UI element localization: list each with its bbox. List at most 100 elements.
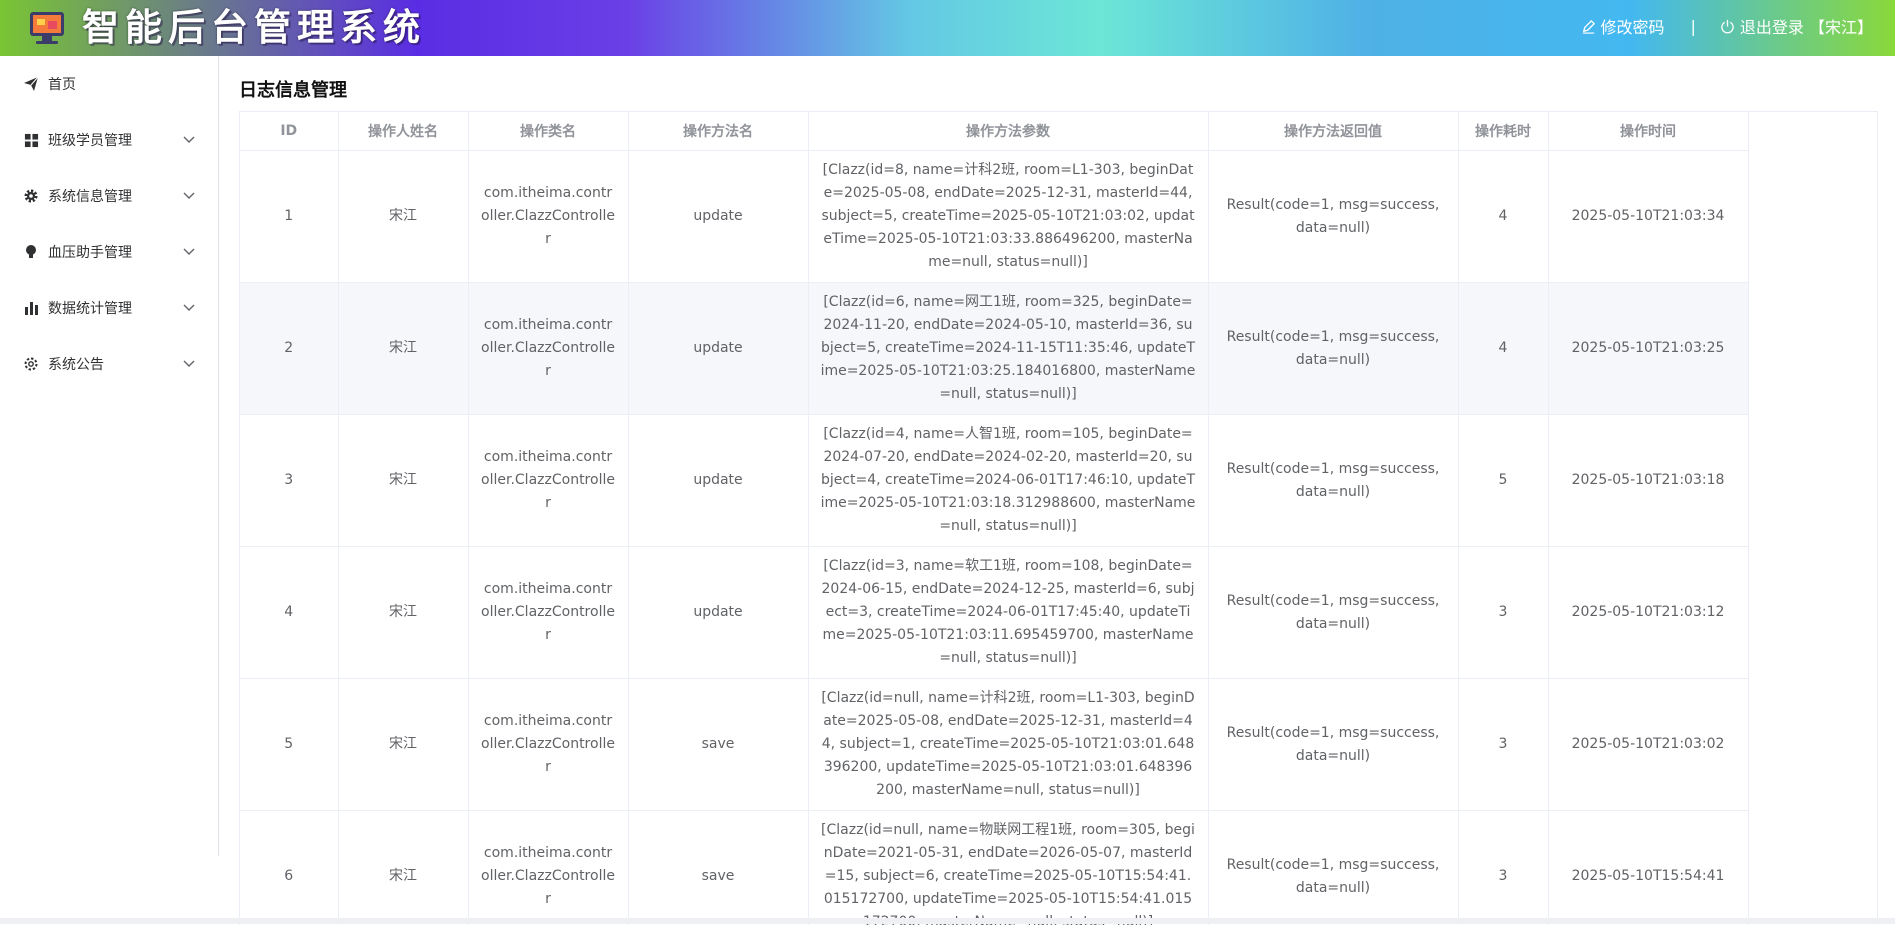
cell-class-name: com.itheima.controller.ClazzController (468, 811, 628, 925)
cell-method-name: update (628, 547, 808, 679)
logout-link[interactable]: 退出登录 【宋江】 (1720, 14, 1873, 38)
sidebar-item-announcements[interactable]: 系统公告 (0, 336, 218, 392)
logout-label: 退出登录 【宋江】 (1740, 14, 1873, 38)
cell-operator: 宋江 (338, 547, 468, 679)
cell-class-name: com.itheima.controller.ClazzController (468, 679, 628, 811)
cell-class-name: com.itheima.controller.ClazzController (468, 151, 628, 283)
cell-duration: 3 (1458, 679, 1548, 811)
table-row[interactable]: 2 宋江 com.itheima.controller.ClazzControl… (240, 283, 1748, 415)
bar-chart-icon (22, 299, 40, 317)
cell-operator: 宋江 (338, 415, 468, 547)
settings-icon (22, 355, 40, 373)
column-header-method-params: 操作方法参数 (808, 112, 1208, 151)
cell-time: 2025-05-10T21:03:12 (1548, 547, 1748, 679)
sidebar-item-blood-pressure[interactable]: 血压助手管理 (0, 224, 218, 280)
column-header-id: ID (240, 112, 338, 151)
grid-icon (22, 131, 40, 149)
cell-duration: 3 (1458, 547, 1548, 679)
chevron-down-icon (182, 189, 196, 203)
cell-method-params: [Clazz(id=6, name=网工1班, room=325, beginD… (808, 283, 1208, 415)
cell-return-value: Result(code=1, msg=success, data=null) (1208, 283, 1458, 415)
cell-time: 2025-05-10T15:54:41 (1548, 811, 1748, 925)
column-header-time: 操作时间 (1548, 112, 1748, 151)
chevron-down-icon (182, 301, 196, 315)
system-title: 智能后台管理系统 (82, 4, 426, 50)
cell-method-params: [Clazz(id=8, name=计科2班, room=L1-303, beg… (808, 151, 1208, 283)
log-table-container: ID 操作人姓名 操作类名 操作方法名 操作方法参数 操作方法返回值 操作耗时 … (239, 111, 1878, 925)
cell-return-value: Result(code=1, msg=success, data=null) (1208, 415, 1458, 547)
change-password-link[interactable]: 修改密码 (1581, 14, 1665, 38)
top-header: 智能后台管理系统 修改密码 | 退出登录 【宋江】 (0, 0, 1895, 56)
sidebar-item-label: 首页 (48, 74, 218, 94)
table-row[interactable]: 3 宋江 com.itheima.controller.ClazzControl… (240, 415, 1748, 547)
cell-operator: 宋江 (338, 283, 468, 415)
cell-method-params: [Clazz(id=4, name=人智1班, room=105, beginD… (808, 415, 1208, 547)
log-table: ID 操作人姓名 操作类名 操作方法名 操作方法参数 操作方法返回值 操作耗时 … (240, 112, 1749, 925)
cell-operator: 宋江 (338, 679, 468, 811)
cell-duration: 5 (1458, 415, 1548, 547)
edit-pen-icon (1581, 19, 1596, 34)
cell-method-name: save (628, 679, 808, 811)
table-row[interactable]: 5 宋江 com.itheima.controller.ClazzControl… (240, 679, 1748, 811)
cell-method-params: [Clazz(id=3, name=软工1班, room=108, beginD… (808, 547, 1208, 679)
chevron-down-icon (182, 245, 196, 259)
column-header-operator: 操作人姓名 (338, 112, 468, 151)
sidebar-item-label: 系统公告 (48, 354, 182, 374)
cell-duration: 3 (1458, 811, 1548, 925)
bulb-icon (22, 243, 40, 261)
table-row[interactable]: 1 宋江 com.itheima.controller.ClazzControl… (240, 151, 1748, 283)
power-icon (1720, 19, 1735, 34)
column-header-return-value: 操作方法返回值 (1208, 112, 1458, 151)
page-title: 日志信息管理 (239, 76, 347, 102)
cell-return-value: Result(code=1, msg=success, data=null) (1208, 547, 1458, 679)
cell-class-name: com.itheima.controller.ClazzController (468, 415, 628, 547)
cell-operator: 宋江 (338, 811, 468, 925)
sidebar-item-statistics[interactable]: 数据统计管理 (0, 280, 218, 336)
cell-class-name: com.itheima.controller.ClazzController (468, 547, 628, 679)
change-password-label: 修改密码 (1601, 14, 1665, 38)
chevron-down-icon (182, 133, 196, 147)
cell-duration: 4 (1458, 283, 1548, 415)
column-header-class-name: 操作类名 (468, 112, 628, 151)
header-actions: 修改密码 | 退出登录 【宋江】 (1581, 14, 1874, 38)
table-header-row: ID 操作人姓名 操作类名 操作方法名 操作方法参数 操作方法返回值 操作耗时 … (240, 112, 1748, 151)
sidebar-item-home[interactable]: 首页 (0, 56, 218, 112)
cell-method-params: [Clazz(id=null, name=计科2班, room=L1-303, … (808, 679, 1208, 811)
chevron-down-icon (182, 357, 196, 371)
table-row[interactable]: 6 宋江 com.itheima.controller.ClazzControl… (240, 811, 1748, 925)
sidebar-item-system-info[interactable]: 系统信息管理 (0, 168, 218, 224)
paper-plane-icon (22, 75, 40, 93)
column-header-method-name: 操作方法名 (628, 112, 808, 151)
header-separator: | (1691, 17, 1696, 36)
cell-time: 2025-05-10T21:03:02 (1548, 679, 1748, 811)
cell-id: 1 (240, 151, 338, 283)
horizontal-scrollbar[interactable] (0, 918, 1895, 924)
sidebar-item-class-students[interactable]: 班级学员管理 (0, 112, 218, 168)
gear-icon (22, 187, 40, 205)
cell-method-name: update (628, 283, 808, 415)
computer-logo-icon (28, 10, 66, 46)
sidebar-item-label: 系统信息管理 (48, 186, 182, 206)
cell-id: 4 (240, 547, 338, 679)
cell-time: 2025-05-10T21:03:34 (1548, 151, 1748, 283)
cell-method-name: update (628, 415, 808, 547)
cell-id: 2 (240, 283, 338, 415)
cell-time: 2025-05-10T21:03:25 (1548, 283, 1748, 415)
sidebar-item-label: 班级学员管理 (48, 130, 182, 150)
cell-duration: 4 (1458, 151, 1548, 283)
cell-method-params: [Clazz(id=null, name=物联网工程1班, room=305, … (808, 811, 1208, 925)
sidebar-item-label: 数据统计管理 (48, 298, 182, 318)
column-header-duration: 操作耗时 (1458, 112, 1548, 151)
cell-id: 6 (240, 811, 338, 925)
cell-operator: 宋江 (338, 151, 468, 283)
table-row[interactable]: 4 宋江 com.itheima.controller.ClazzControl… (240, 547, 1748, 679)
cell-time: 2025-05-10T21:03:18 (1548, 415, 1748, 547)
cell-return-value: Result(code=1, msg=success, data=null) (1208, 811, 1458, 925)
cell-class-name: com.itheima.controller.ClazzController (468, 283, 628, 415)
sidebar: 首页 班级学员管理 系统信息管理 血压助手管理 数据统计管理 系统公告 (0, 56, 219, 856)
cell-id: 5 (240, 679, 338, 811)
cell-method-name: update (628, 151, 808, 283)
sidebar-item-label: 血压助手管理 (48, 242, 182, 262)
cell-id: 3 (240, 415, 338, 547)
cell-method-name: save (628, 811, 808, 925)
